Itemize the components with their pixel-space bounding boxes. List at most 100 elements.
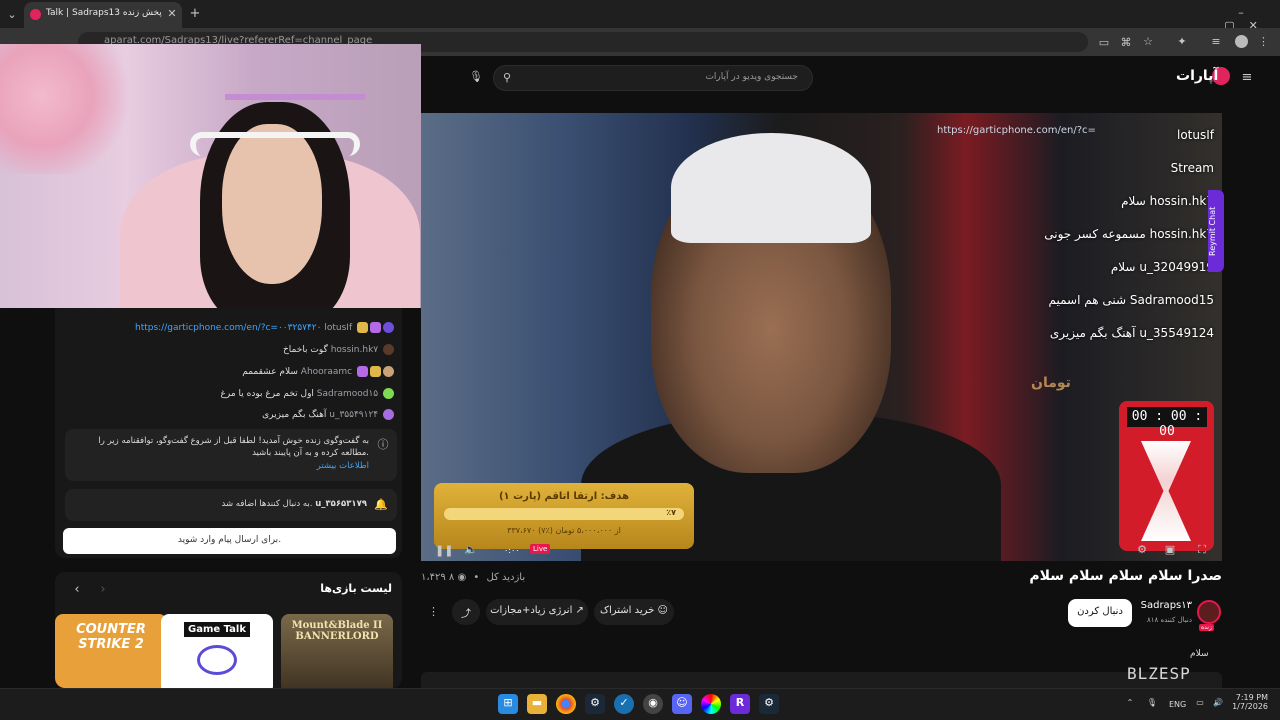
chat-message-4: اول تخم مرغ بوده یا مرغ Sadramood۱۵ (220, 388, 394, 399)
steam-2-icon[interactable]: ⚙ (759, 694, 779, 714)
pip-icon[interactable]: ▣ (1164, 543, 1176, 556)
avatar-icon (383, 322, 394, 333)
discord-icon[interactable]: ☺ (672, 694, 692, 714)
clock-date: 1/7/2026 (1232, 702, 1268, 711)
volume-tray-icon[interactable]: 🔊 (1212, 698, 1224, 707)
overlay-chat-user-3: سلام hossin.hk7 (1121, 194, 1214, 208)
volume-icon[interactable]: 🔈 (464, 543, 478, 556)
avatar-icon (383, 388, 394, 399)
shelf-decor (225, 94, 365, 100)
energy-button[interactable]: انرژی زیاد+مجازات ↗ (486, 599, 588, 625)
donation-goal: هدف: ارتقا اتاقم (پارت ۱) ٪۷ ۳۳۷،۶۷۰ از … (434, 483, 694, 549)
channel-name[interactable]: Sadraps۱۳ (1140, 600, 1192, 611)
chat-message-2: گوت باخماخ hossin.hk۷ (283, 344, 394, 355)
chat-login-input[interactable]: برای ارسال پیام وارد شوید. (63, 528, 396, 554)
prev-arrow-icon[interactable]: ‹ (71, 582, 83, 597)
overlay-chat-user-5: سلام u_32049919 (1110, 260, 1214, 274)
game-card-cs2[interactable]: COUNTER STRIKE 2 (55, 614, 167, 688)
reymit-chat-tab[interactable]: Reymit Chat (1208, 190, 1224, 272)
buy-subscription-button[interactable]: خرید اشتراک ☺ (594, 599, 674, 625)
goal-progress-bar: ٪۷ (444, 508, 684, 520)
watermark: BLZESP (1127, 664, 1191, 683)
more-options-icon[interactable]: ⋮ (428, 605, 439, 618)
share-button[interactable]: ⤴ (452, 599, 480, 625)
badge-icon (357, 366, 368, 377)
reymit-app-icon[interactable]: R (730, 694, 750, 714)
clock-time: 7:19 PM (1235, 693, 1268, 702)
game-card-gametalk[interactable]: Game Talk (161, 614, 273, 688)
voice-search-icon[interactable]: 🎙 (469, 70, 483, 83)
profile-avatar[interactable] (1235, 35, 1248, 48)
overlay-url: https://garticphone.com/en/?c= (937, 125, 1096, 136)
cast-icon[interactable]: ▭ (1098, 36, 1110, 49)
avatar-icon (383, 366, 394, 377)
countdown-timer: 00 : 00 : 00 (1119, 401, 1214, 551)
video-description: سلام (1190, 649, 1209, 659)
overlay-donation-text: تومان (1031, 375, 1071, 391)
new-tab-icon[interactable]: + (188, 6, 202, 21)
mic-tray-icon[interactable]: 🎙 (1146, 698, 1158, 707)
translate-icon[interactable]: ⌘ (1120, 36, 1132, 49)
browser-menu-icon[interactable]: ⋮ (1258, 35, 1269, 48)
site-logo[interactable]: آپارات (1176, 68, 1218, 84)
language-indicator[interactable]: ENG (1169, 700, 1186, 709)
live-badge: Live (530, 544, 551, 554)
chrome-icon[interactable] (556, 694, 576, 714)
avatar-icon (383, 409, 394, 420)
badge-icon (370, 322, 381, 333)
search-placeholder: جستجوی ویدیو در آپارات (705, 72, 798, 82)
overlay-chat-user-1: lotusIf (1176, 128, 1214, 142)
badge-icon (357, 322, 368, 333)
view-stats: ۱،۴۲۹ بازدید کل • ◉ ۸ (421, 572, 526, 583)
share-icon: ⤴ (461, 609, 471, 620)
video-title: صدرا سلام سلام سلام سلام (1029, 568, 1222, 584)
badge-icon (370, 366, 381, 377)
goal-percent: ٪۷ (666, 508, 676, 517)
info-icon: ⓘ (377, 438, 389, 451)
obs-icon[interactable]: ◉ (643, 694, 663, 714)
timer-value: 00 : 00 : 00 (1127, 407, 1207, 439)
goal-title: هدف: ارتقا اتاقم (پارت ۱) (498, 491, 630, 502)
game-card-bannerlord[interactable]: Mount&Blade II BANNERLORD (281, 614, 393, 688)
cherry-blossom-decor (0, 44, 140, 174)
follow-button[interactable]: دنبال کردن (1068, 599, 1132, 627)
settings-gear-icon[interactable]: ⚙ (1136, 543, 1148, 556)
reading-list-icon[interactable]: ≡ (1210, 35, 1222, 48)
goal-sub: ۳۳۷،۶۷۰ از ۵،۰۰۰،۰۰۰ تومان (٪۷) (507, 526, 621, 535)
headphones (190, 132, 360, 156)
avatar-icon (383, 344, 394, 355)
file-explorer-icon[interactable]: ▬ (527, 694, 547, 714)
fullscreen-icon[interactable]: ⛶ (1196, 543, 1208, 557)
next-arrow-icon[interactable]: › (97, 582, 109, 597)
tab-close-icon[interactable]: ✕ (166, 7, 178, 20)
network-icon[interactable]: ▭ (1194, 698, 1206, 707)
clock[interactable]: 7:19 PM 1/7/2026 (1232, 693, 1268, 711)
tab-title: Talk | Sadraps13 پخش زنده (46, 8, 162, 18)
search-icon[interactable]: ⚲ (500, 71, 514, 84)
hamburger-menu-icon[interactable]: ≡ (1240, 70, 1254, 85)
steam-icon[interactable]: ⚙ (585, 694, 605, 714)
games-title: لیست بازی‌ها (320, 582, 392, 595)
chat-welcome-notice: به گفت‌وگوی زنده خوش آمدید! لطفا قبل از … (65, 429, 397, 481)
app-icon[interactable]: ✓ (614, 694, 634, 714)
description-panel (421, 672, 1222, 688)
games-list: لیست بازی‌ها ‹ › COUNTER STRIKE 2 Game T… (55, 572, 402, 688)
search-input[interactable]: جستجوی ویدیو در آپارات (493, 65, 813, 91)
tray-chevron-icon[interactable]: ⌃ (1124, 698, 1136, 707)
hourglass-icon (1141, 441, 1191, 541)
color-app-icon[interactable] (701, 694, 721, 714)
chat-message-5: آهنگ بگم میزیری u_۳۵۵۴۹۱۲۴ (262, 409, 394, 420)
overlay-chat-user-7: آهنگ بگم میزیری u_35549124 (1049, 326, 1214, 340)
extensions-icon[interactable]: ✦ (1176, 35, 1188, 48)
aparat-favicon-icon (30, 9, 41, 20)
bookmark-star-icon[interactable]: ☆ (1142, 35, 1154, 48)
channel-avatar[interactable] (1197, 600, 1221, 624)
windows-start-icon[interactable]: ⊞ (498, 694, 518, 714)
tab-search-icon[interactable]: ⌄ (6, 8, 18, 21)
watching-count: ۸ (448, 572, 455, 583)
pause-icon[interactable]: ❚❚ (435, 544, 453, 557)
more-info-link[interactable]: اطلاعات بیشتر (317, 461, 369, 471)
overlay-chat-user-2: Stream (1170, 161, 1214, 175)
gametalk-mascot-icon (197, 645, 237, 675)
browser-tab[interactable]: Talk | Sadraps13 پخش زنده (24, 2, 182, 28)
